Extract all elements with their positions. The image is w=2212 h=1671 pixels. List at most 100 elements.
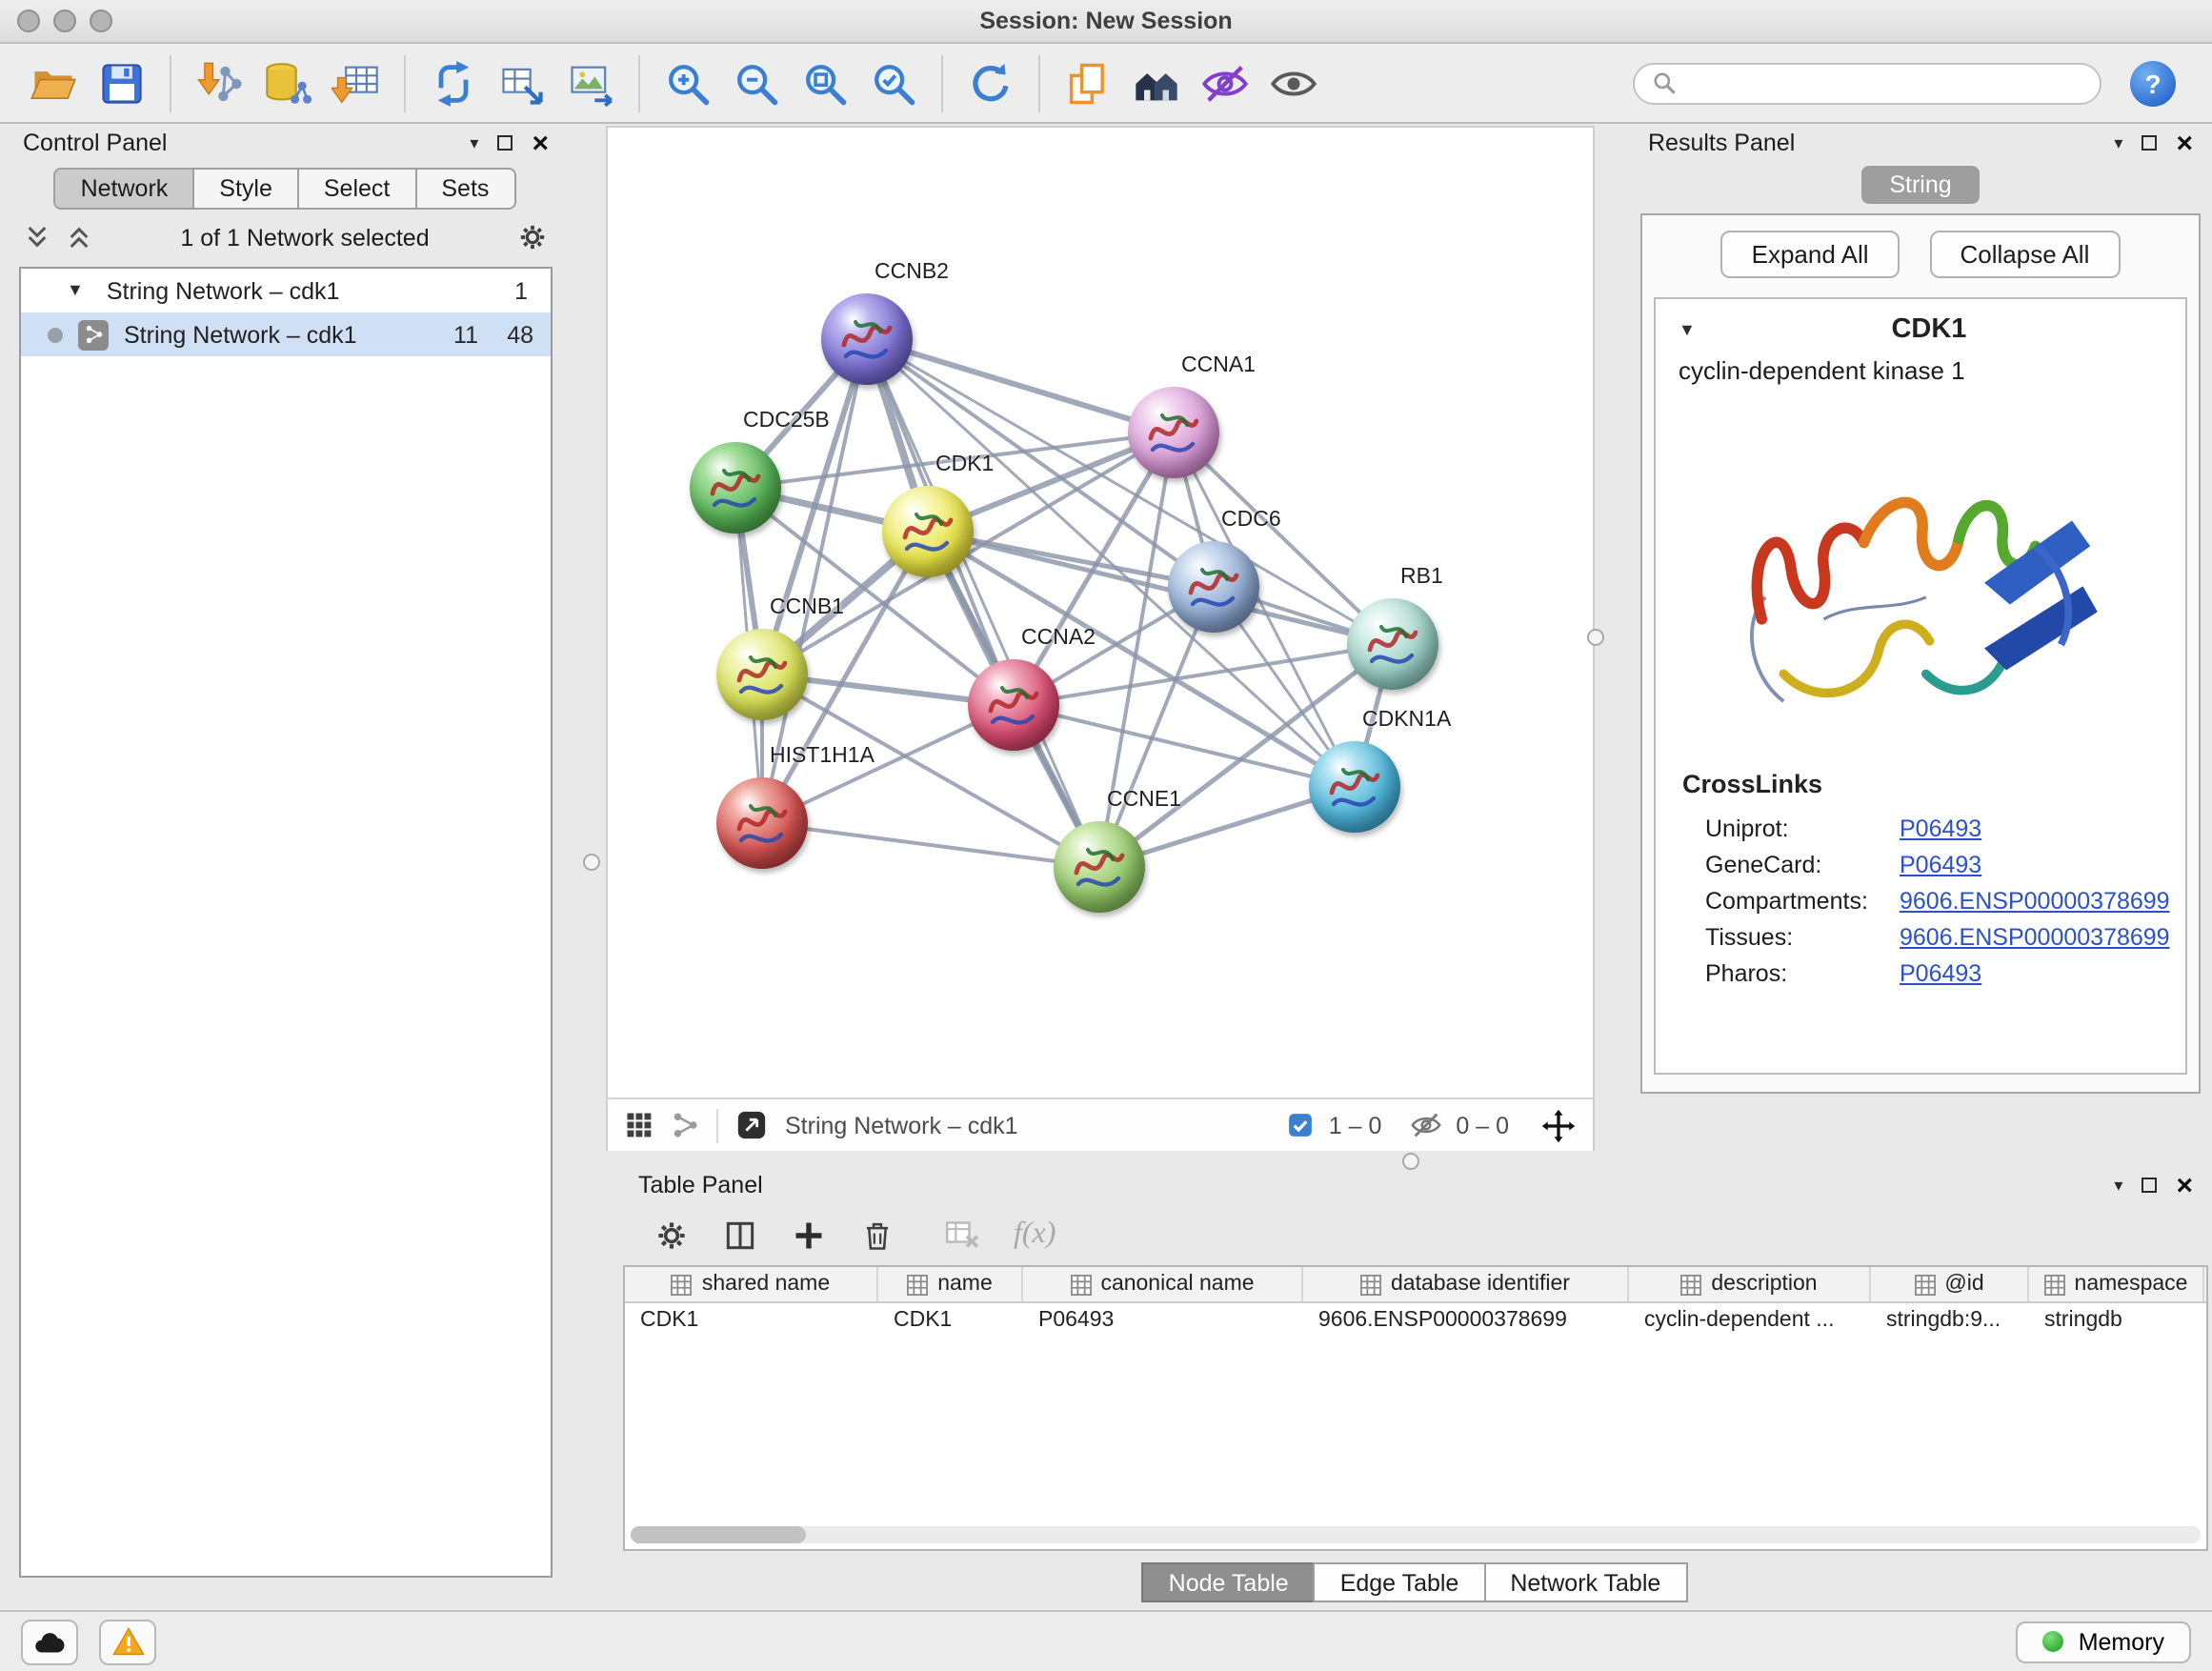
export-image-icon	[566, 58, 615, 108]
node-CCNA1[interactable]	[1128, 387, 1219, 478]
import-network-file-button[interactable]	[185, 49, 253, 117]
tab-node-table[interactable]: Node Table	[1142, 1562, 1316, 1602]
title-bar[interactable]: Session: New Session	[0, 0, 2212, 44]
right-splitter-handle[interactable]	[1587, 629, 1604, 646]
show-all-button[interactable]	[1259, 49, 1328, 117]
tab-select[interactable]: Select	[297, 168, 417, 210]
function-builder-button[interactable]: f(x)	[1014, 1218, 1056, 1252]
network-row[interactable]: String Network – cdk1 11 48	[21, 312, 551, 356]
node-CDKN1A[interactable]	[1309, 741, 1400, 833]
zoom-out-button[interactable]	[722, 49, 791, 117]
show-columns-button[interactable]	[722, 1217, 758, 1253]
collapse-gene-icon[interactable]: ▼	[1679, 321, 1696, 338]
zoom-window-button[interactable]	[90, 10, 112, 32]
protein-thumbnail-icon	[690, 442, 781, 534]
tab-edge-table[interactable]: Edge Table	[1314, 1562, 1486, 1602]
crosslink-genecard-link[interactable]: P06493	[1900, 851, 1981, 877]
snapshot-button[interactable]	[1054, 49, 1122, 117]
zoom-selected-button[interactable]	[859, 49, 928, 117]
search-box[interactable]	[1633, 62, 2101, 104]
tab-network[interactable]: Network	[54, 168, 195, 210]
zoom-fit-button[interactable]	[791, 49, 859, 117]
automation-status-button[interactable]	[21, 1619, 78, 1664]
table-row[interactable]: CDK1CDK1P064939606.ENSP00000378699cyclin…	[625, 1303, 2206, 1338]
maximize-panel-icon[interactable]	[2142, 135, 2157, 151]
gear-icon[interactable]	[516, 221, 549, 253]
close-window-button[interactable]	[17, 10, 40, 32]
collapse-tree-icon[interactable]	[23, 223, 51, 252]
crosslink-pharos-link[interactable]: P06493	[1900, 959, 1981, 986]
column-header-description[interactable]: description	[1629, 1267, 1871, 1301]
close-panel-icon[interactable]: ×	[2176, 1171, 2193, 1199]
node-CDC25B[interactable]	[690, 442, 781, 534]
node-CCNB2[interactable]	[821, 293, 913, 385]
move-icon[interactable]	[1541, 1108, 1576, 1142]
import-table-button[interactable]	[322, 49, 391, 117]
network-collection-row[interactable]: ▼ String Network – cdk1 1	[21, 269, 551, 312]
grid-icon[interactable]	[625, 1111, 654, 1139]
node-CCNA2[interactable]	[968, 659, 1059, 751]
edge-CCNB2-CCNE1[interactable]	[867, 339, 1099, 867]
delete-table-button[interactable]	[943, 1216, 981, 1254]
column-header-canonical-name[interactable]: canonical name	[1023, 1267, 1303, 1301]
left-splitter-handle[interactable]	[583, 854, 600, 871]
save-session-button[interactable]	[88, 49, 156, 117]
collapse-collection-icon[interactable]: ▼	[67, 282, 84, 299]
float-panel-icon[interactable]: ▾	[2114, 1177, 2122, 1194]
tab-style[interactable]: Style	[192, 168, 299, 210]
node-CDC6[interactable]	[1168, 541, 1259, 633]
edge-CCNA2-CDKN1A[interactable]	[1014, 705, 1355, 787]
maximize-panel-icon[interactable]	[497, 135, 513, 151]
warnings-button[interactable]	[99, 1619, 156, 1664]
tab-string[interactable]: String	[1860, 166, 1980, 204]
scrollbar-thumb[interactable]	[631, 1526, 806, 1543]
node-CCNE1[interactable]	[1054, 821, 1145, 913]
edge-HIST1H1A-CCNE1[interactable]	[762, 823, 1099, 867]
new-network-button[interactable]	[419, 49, 488, 117]
float-panel-icon[interactable]: ▾	[470, 134, 478, 151]
open-session-button[interactable]	[19, 49, 88, 117]
zoom-in-button[interactable]	[654, 49, 722, 117]
tab-sets[interactable]: Sets	[414, 168, 515, 210]
node-HIST1H1A[interactable]	[716, 777, 808, 869]
tab-network-table[interactable]: Network Table	[1483, 1562, 1687, 1602]
hide-selected-button[interactable]	[1191, 49, 1259, 117]
detach-view-icon[interactable]	[735, 1109, 768, 1141]
maximize-panel-icon[interactable]	[2142, 1178, 2157, 1193]
horizontal-scrollbar[interactable]	[631, 1526, 2201, 1543]
expand-tree-icon[interactable]	[65, 223, 93, 252]
crosslink-uniprot-link[interactable]: P06493	[1900, 815, 1981, 841]
crosslink-compartments-link[interactable]: 9606.ENSP00000378699	[1900, 887, 2170, 914]
overview-button[interactable]	[1122, 49, 1191, 117]
close-panel-icon[interactable]: ×	[2176, 129, 2193, 157]
column-header-shared-name[interactable]: shared name	[625, 1267, 878, 1301]
delete-column-button[interactable]	[859, 1217, 895, 1253]
node-CDK1[interactable]	[882, 486, 974, 577]
bottom-splitter-handle[interactable]	[1402, 1153, 1419, 1170]
collapse-all-button[interactable]: Collapse All	[1930, 231, 2121, 278]
close-panel-icon[interactable]: ×	[532, 129, 549, 157]
node-CCNB1[interactable]	[716, 629, 808, 720]
selected-checkbox-icon[interactable]	[1287, 1111, 1316, 1139]
column-header-database-identifier[interactable]: database identifier	[1303, 1267, 1629, 1301]
apply-layout-button[interactable]	[956, 49, 1025, 117]
expand-all-button[interactable]: Expand All	[1721, 231, 1900, 278]
search-input[interactable]	[1688, 70, 2082, 96]
hidden-eye-icon[interactable]	[1410, 1109, 1442, 1141]
export-image-button[interactable]	[556, 49, 625, 117]
memory-button[interactable]: Memory	[2016, 1621, 2191, 1662]
help-button[interactable]: ?	[2130, 60, 2176, 106]
column-header-id[interactable]: @id	[1871, 1267, 2029, 1301]
node-RB1[interactable]	[1347, 598, 1438, 690]
import-network-database-button[interactable]	[253, 49, 322, 117]
minimize-window-button[interactable]	[53, 10, 76, 32]
column-header-name[interactable]: name	[878, 1267, 1023, 1301]
birdseye-icon[interactable]	[671, 1111, 699, 1139]
create-column-button[interactable]	[791, 1217, 827, 1253]
table-settings-button[interactable]	[654, 1217, 690, 1253]
crosslink-tissues-link[interactable]: 9606.ENSP00000378699	[1900, 923, 2170, 950]
float-panel-icon[interactable]: ▾	[2114, 134, 2122, 151]
column-header-namespace[interactable]: namespace	[2029, 1267, 2204, 1301]
network-canvas[interactable]: CCNB2CCNA1CDC25BCDK1CDC6RB1CCNB1CCNA2CDK…	[608, 128, 1593, 1097]
clone-network-button[interactable]	[488, 49, 556, 117]
